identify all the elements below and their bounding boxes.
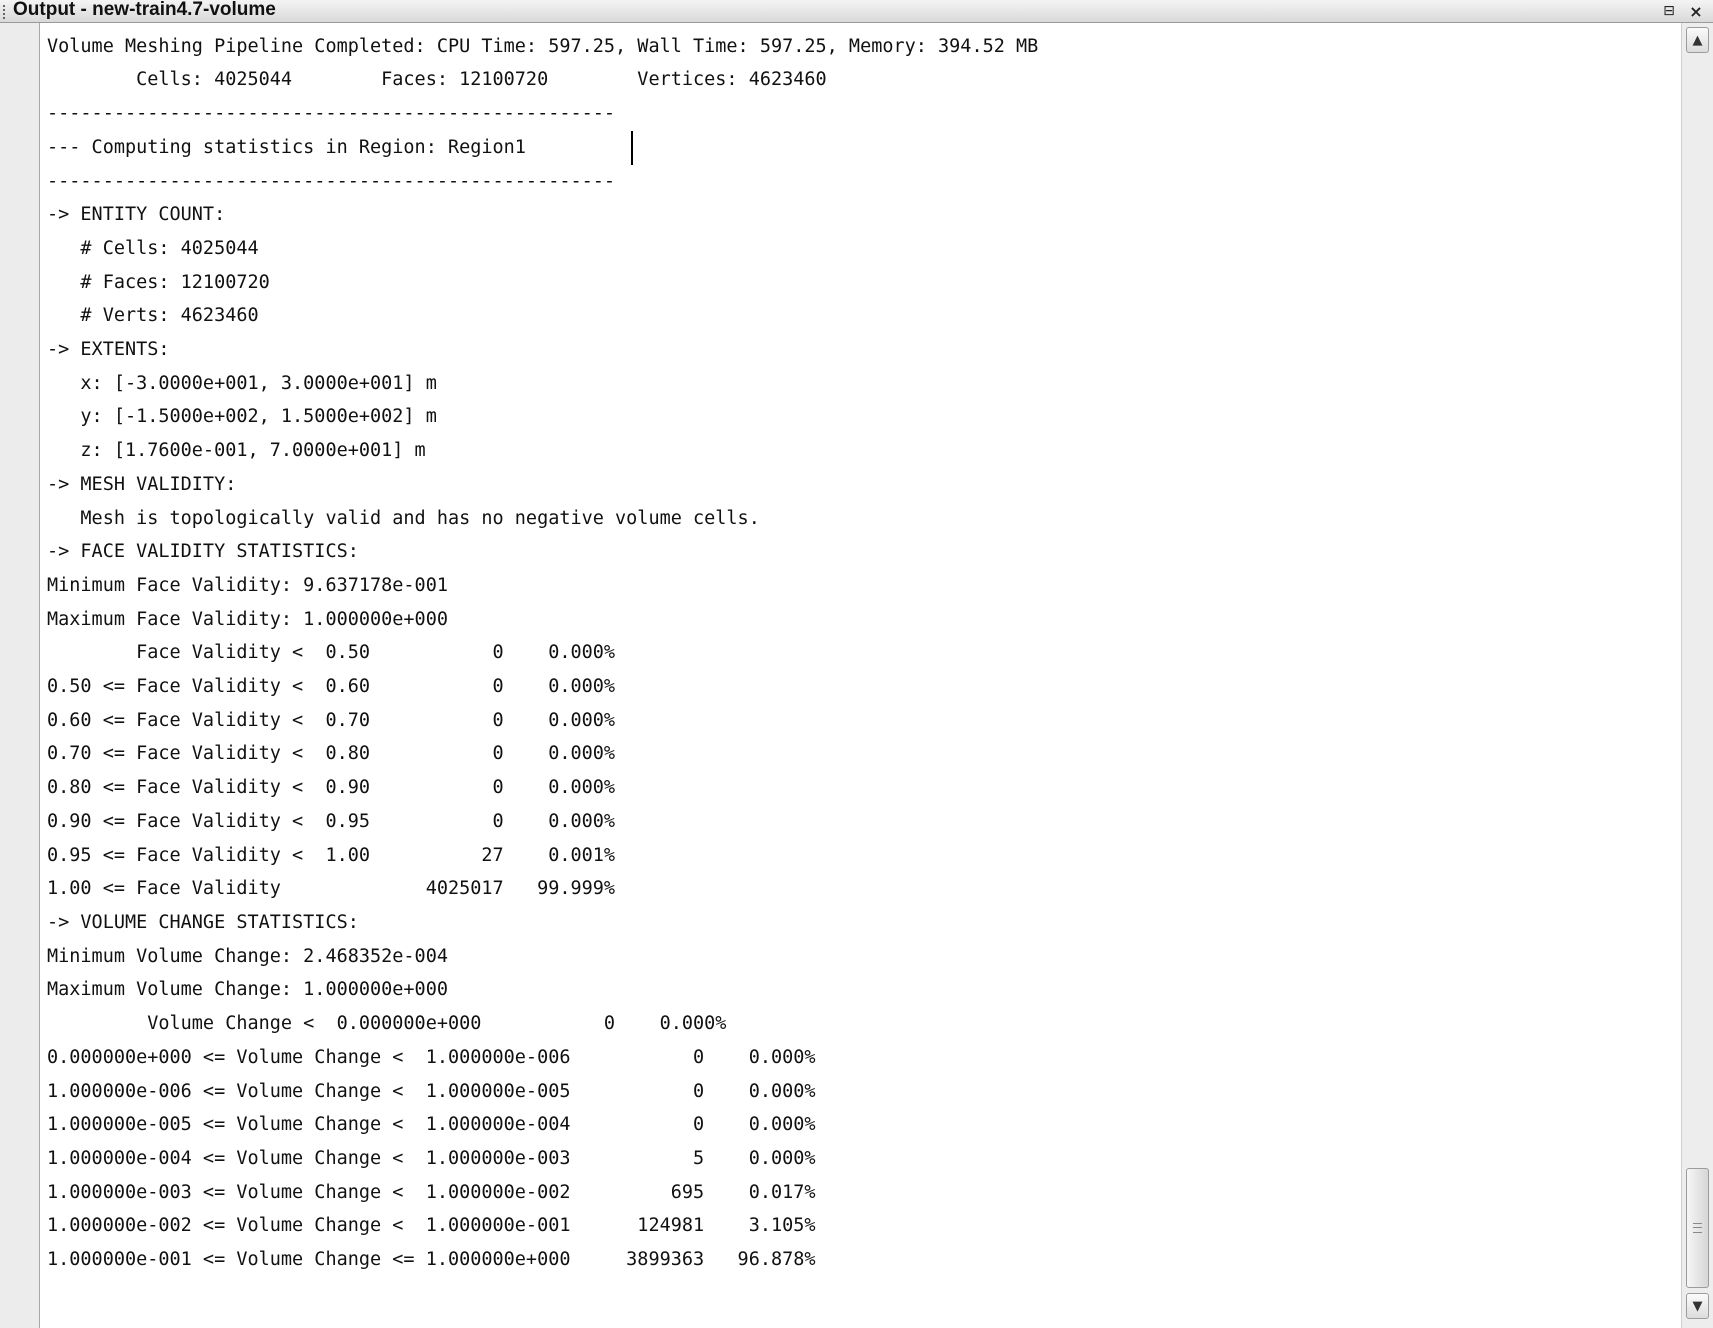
log-line: 1.000000e-004 <= Volume Change < 1.00000… xyxy=(47,1147,816,1169)
log-line: y: [-1.5000e+002, 1.5000e+002] m xyxy=(47,406,437,428)
text-caret xyxy=(631,131,633,165)
left-gutter xyxy=(0,23,40,1328)
log-line: Maximum Volume Change: 1.000000e+000 xyxy=(47,979,448,1001)
log-line: Face Validity < 0.50 0 0.000% xyxy=(47,642,616,664)
log-line: -> FACE VALIDITY STATISTICS: xyxy=(47,541,359,563)
pin-icon[interactable]: ⊟ xyxy=(1660,2,1678,20)
log-line: Volume Meshing Pipeline Completed: CPU T… xyxy=(47,35,1039,57)
log-line: 0.60 <= Face Validity < 0.70 0 0.000% xyxy=(47,709,616,731)
log-line: Volume Change < 0.000000e+000 0 0.000% xyxy=(47,1013,727,1035)
log-line: ----------------------------------------… xyxy=(47,103,616,125)
log-line: Mesh is topologically valid and has no n… xyxy=(47,507,760,529)
log-line: -> ENTITY COUNT: xyxy=(47,204,226,226)
log-line: 1.000000e-005 <= Volume Change < 1.00000… xyxy=(47,1114,816,1136)
log-line: 1.000000e-002 <= Volume Change < 1.00000… xyxy=(47,1215,816,1237)
log-line: -> MESH VALIDITY: xyxy=(47,473,237,495)
log-line: --- Computing statistics in Region: Regi… xyxy=(47,136,526,158)
log-line: # Cells: 4025044 xyxy=(47,237,259,259)
log-line: 1.000000e-001 <= Volume Change <= 1.0000… xyxy=(47,1249,816,1271)
log-line: Minimum Face Validity: 9.637178e-001 xyxy=(47,574,448,596)
log-line: 1.000000e-003 <= Volume Change < 1.00000… xyxy=(47,1181,816,1203)
log-line: 0.50 <= Face Validity < 0.60 0 0.000% xyxy=(47,676,616,698)
log-line: Partitioning Region: (4025044 cells) xyxy=(47,23,1038,30)
log-line: # Verts: 4623460 xyxy=(47,305,259,327)
log-line: # Faces: 12100720 xyxy=(47,271,270,293)
log-line: -> EXTENTS: xyxy=(47,339,170,361)
thumb-grip-icon xyxy=(1693,1223,1702,1233)
title-bar: Output - new-train4.7-volume ⊟ × xyxy=(0,0,1713,23)
log-line: Minimum Volume Change: 2.468352e-004 xyxy=(47,945,448,967)
log-line: ----------------------------------------… xyxy=(47,170,616,192)
grip-icon xyxy=(3,5,9,19)
log-line: 0.80 <= Face Validity < 0.90 0 0.000% xyxy=(47,777,616,799)
log-line: 1.000000e-006 <= Volume Change < 1.00000… xyxy=(47,1080,816,1102)
scroll-down-arrow-icon[interactable]: ▼ xyxy=(1686,1293,1709,1319)
log-line: x: [-3.0000e+001, 3.0000e+001] m xyxy=(47,372,437,394)
scroll-thumb[interactable] xyxy=(1686,1168,1709,1288)
log-line: 1.00 <= Face Validity 4025017 99.999% xyxy=(47,878,616,900)
close-icon[interactable]: × xyxy=(1687,2,1705,21)
log-line: 0.000000e+000 <= Volume Change < 1.00000… xyxy=(47,1046,816,1068)
log-line: 0.90 <= Face Validity < 0.95 0 0.000% xyxy=(47,810,616,832)
scroll-up-arrow-icon[interactable]: ▲ xyxy=(1686,27,1709,53)
log-line: Cells: 4025044 Faces: 12100720 Vertices:… xyxy=(47,69,827,91)
output-log: Partitioning Region: (4025044 cells) Volu… xyxy=(47,23,1038,1277)
log-line: Maximum Face Validity: 1.000000e+000 xyxy=(47,608,448,630)
window-title: Output - new-train4.7-volume xyxy=(13,0,276,20)
log-line: 0.70 <= Face Validity < 0.80 0 0.000% xyxy=(47,743,616,765)
log-line: z: [1.7600e-001, 7.0000e+001] m xyxy=(47,440,426,462)
log-line: -> VOLUME CHANGE STATISTICS: xyxy=(47,911,359,933)
output-text-area[interactable]: Partitioning Region: (4025044 cells) Volu… xyxy=(41,23,1681,1328)
log-line: 0.95 <= Face Validity < 1.00 27 0.001% xyxy=(47,844,616,866)
vertical-scrollbar[interactable]: ▲ ▼ xyxy=(1681,23,1713,1328)
